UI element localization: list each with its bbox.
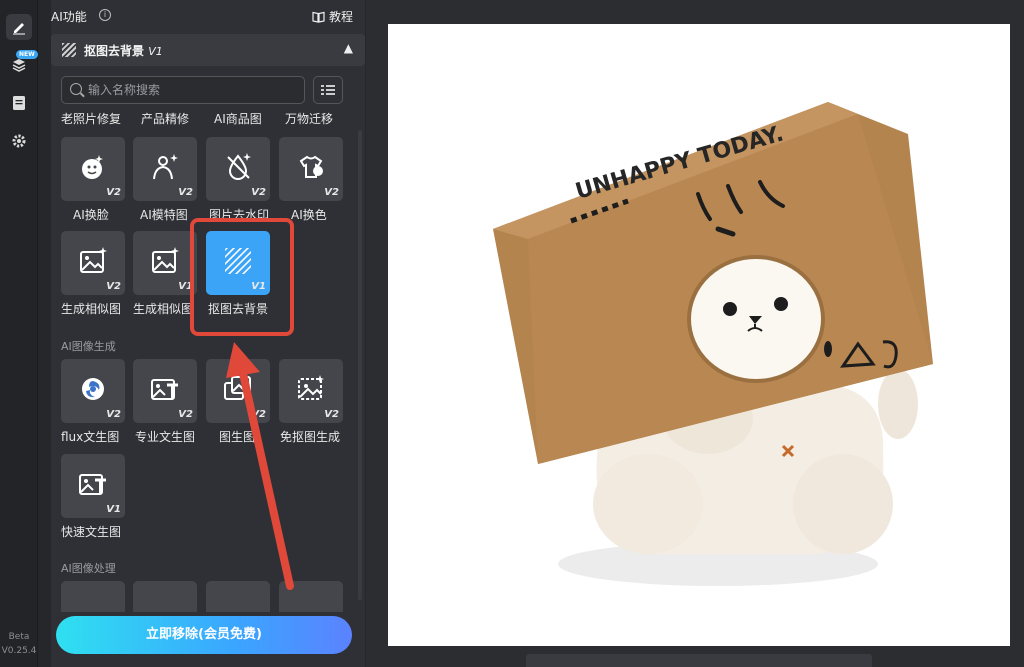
gear-icon	[12, 134, 26, 148]
image-sparkle-icon	[80, 247, 107, 273]
version-tag: V2	[106, 409, 121, 420]
tool-label[interactable]: AI商品图	[214, 110, 262, 127]
tutorial-label: 教程	[328, 10, 353, 24]
tool-tile-similar-v1[interactable]: V1	[133, 231, 197, 295]
version-tag: V2	[251, 187, 266, 198]
face-swap-icon	[82, 155, 103, 179]
tool-tile-quick-text-to-image[interactable]: V1	[61, 454, 125, 518]
section-header-cutout[interactable]: 抠图去背景 V1 ▲	[51, 34, 365, 66]
tool-tile-model[interactable]: V2	[133, 137, 197, 201]
tool-label[interactable]: 生成相似图	[61, 300, 121, 317]
edit-icon	[13, 23, 25, 35]
tool-tile-recolor[interactable]: V2	[279, 137, 343, 201]
tool-tile-similar-v2[interactable]: V2	[61, 231, 125, 295]
canvas-area: UNHAPPY TODAY.	[366, 0, 1024, 667]
document-icon	[13, 96, 25, 110]
info-icon[interactable]: i	[99, 9, 111, 21]
rail-document-button[interactable]	[6, 90, 32, 116]
section-title: 抠图去背景 V1	[84, 44, 163, 58]
search-icon	[70, 83, 82, 95]
recolor-icon	[299, 155, 323, 178]
scrollbar[interactable]	[357, 130, 363, 600]
remove-watermark-icon	[227, 153, 251, 180]
tutorial-link[interactable]: 教程	[312, 8, 353, 25]
layers-icon	[12, 59, 26, 72]
panel-title: AI功能	[51, 10, 87, 24]
cutout-icon	[62, 43, 76, 57]
version-label: V0.25.4	[1, 646, 37, 656]
book-icon	[312, 11, 325, 23]
section-heading-generation: AI图像生成	[61, 340, 116, 353]
tool-label[interactable]: AI模特图	[140, 206, 188, 223]
model-icon	[153, 154, 178, 180]
chevron-up-icon[interactable]: ▲	[344, 41, 353, 55]
text-to-image-icon	[79, 474, 106, 495]
tool-label[interactable]: AI换脸	[73, 206, 109, 223]
beta-label: Beta	[8, 632, 30, 642]
search-box[interactable]	[61, 76, 305, 104]
tool-tile-partial[interactable]	[61, 581, 125, 612]
section-heading-processing: AI图像处理	[61, 562, 116, 575]
list-view-button[interactable]	[313, 76, 343, 104]
tool-label[interactable]: 产品精修	[141, 110, 189, 127]
bottom-toolbar[interactable]	[526, 654, 872, 667]
panel-header: AI功能 i 教程	[51, 0, 365, 34]
remove-now-button[interactable]: 立即移除(会员免费)	[56, 616, 352, 654]
version-tag: V2	[178, 409, 193, 420]
flux-icon	[82, 378, 104, 400]
rail-settings-button[interactable]	[6, 128, 32, 154]
tool-tile-pro-text-to-image[interactable]: V2	[133, 359, 197, 423]
highlight-box	[190, 218, 294, 336]
version-tag: V2	[178, 187, 193, 198]
version-tag: V2	[106, 281, 121, 292]
product-image[interactable]: UNHAPPY TODAY.	[388, 24, 1010, 646]
image-sparkle-icon	[152, 247, 179, 273]
tool-tile-face-swap[interactable]: V2	[61, 137, 125, 201]
left-rail: NEW Beta V0.25.4	[0, 0, 38, 667]
version-tag: V2	[324, 187, 339, 198]
text-to-image-icon	[151, 379, 178, 400]
tool-label[interactable]: 老照片修复	[61, 110, 121, 127]
version-tag: V2	[106, 187, 121, 198]
version-tag: V2	[324, 409, 339, 420]
annotation-arrow	[226, 342, 294, 590]
tool-tile-flux[interactable]: V2	[61, 359, 125, 423]
tool-label[interactable]: AI换色	[291, 206, 327, 223]
tool-label[interactable]: 万物迁移	[285, 110, 333, 127]
tool-label[interactable]: flux文生图	[61, 428, 119, 445]
new-badge: NEW	[16, 50, 38, 59]
rail-edit-button[interactable]	[6, 14, 32, 40]
tool-label[interactable]: 专业文生图	[135, 428, 195, 445]
search-input[interactable]	[88, 80, 298, 100]
list-icon	[321, 85, 335, 95]
tool-tile-remove-watermark[interactable]: V2	[206, 137, 270, 201]
plush-photo: UNHAPPY TODAY.	[493, 102, 933, 586]
tool-tile-partial[interactable]	[133, 581, 197, 612]
tool-label[interactable]: 生成相似图	[133, 300, 191, 317]
version-tag: V1	[106, 504, 121, 515]
tool-label[interactable]: 快速文生图	[61, 523, 121, 540]
